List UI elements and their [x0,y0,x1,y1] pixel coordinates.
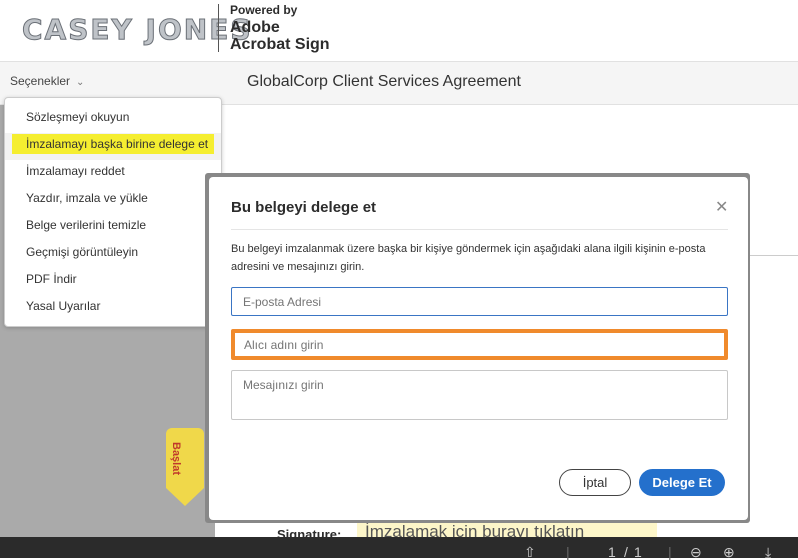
dialog-description: Bu belgeyi imzalanmak üzere başka bir ki… [231,243,706,273]
zoom-in-icon[interactable]: ⊕ [723,545,735,559]
recipient-name-input[interactable] [231,329,728,360]
menu-item-legal-notices[interactable]: Yasal Uyarılar [5,295,221,322]
casey-jones-logo: CASEY JONES [22,13,253,47]
download-icon[interactable]: ⤓ [765,545,771,559]
page-current[interactable]: 1 [608,545,616,559]
menu-item-decline-signing[interactable]: İmzalamayı reddet [5,160,221,187]
menu-item-clear-data[interactable]: Belge verilerini temizle [5,214,221,241]
cancel-button[interactable]: İptal [559,469,631,496]
dialog-title: Bu belgeyi delege et [231,199,377,216]
page-total: 1 [634,544,642,560]
delegate-button[interactable]: Delege Et [639,469,725,496]
arrow-up-icon[interactable]: ⇧ [524,545,536,559]
menu-item-view-history[interactable]: Geçmişi görüntüleyin [5,241,221,268]
options-dropdown[interactable]: Seçenekler ⌄ [10,74,84,88]
chevron-down-icon: ⌄ [76,77,85,88]
email-input[interactable] [231,287,728,316]
options-label: Seçenekler [10,74,71,88]
delegate-dialog: Bu belgeyi delege et ✕ Bu belgeyi imzala… [209,177,748,520]
adobe-acrobat-sign-branding: Powered by Adobe Acrobat Sign [230,4,330,53]
menu-item-delegate-signing[interactable]: İmzalamayı başka birine delege et [5,133,221,160]
message-input[interactable] [231,370,728,420]
powered-by-text: Powered by [230,3,298,17]
zoom-out-icon[interactable]: ⊖ [690,545,702,559]
menu-item-print-sign-upload[interactable]: Yazdır, imzala ve yükle [5,187,221,214]
toolbar-divider: | [668,544,672,560]
header: CASEY JONES Powered by Adobe Acrobat Sig… [0,0,798,62]
bottom-toolbar: ⇧ | 1 / 1 | ⊖ ⊕ ⤓ [0,537,798,560]
dialog-divider [231,229,728,230]
menu-item-download-pdf[interactable]: PDF İndir [5,268,221,295]
logo-divider [218,4,219,52]
brand-line1: Adobe [230,19,280,36]
brand-line2: Acrobat Sign [230,36,330,53]
document-rule [750,255,798,256]
toolbar-divider: | [566,544,570,560]
menu-item-read-agreement[interactable]: Sözleşmeyi okuyun [5,106,221,133]
start-tab-label: Başlat [170,442,182,476]
document-title: GlobalCorp Client Services Agreement [247,73,521,90]
close-icon[interactable]: ✕ [715,197,728,217]
page-separator: / [624,544,628,560]
options-menu: Sözleşmeyi okuyun İmzalamayı başka birin… [4,97,222,327]
start-tab[interactable]: Başlat [166,428,204,506]
